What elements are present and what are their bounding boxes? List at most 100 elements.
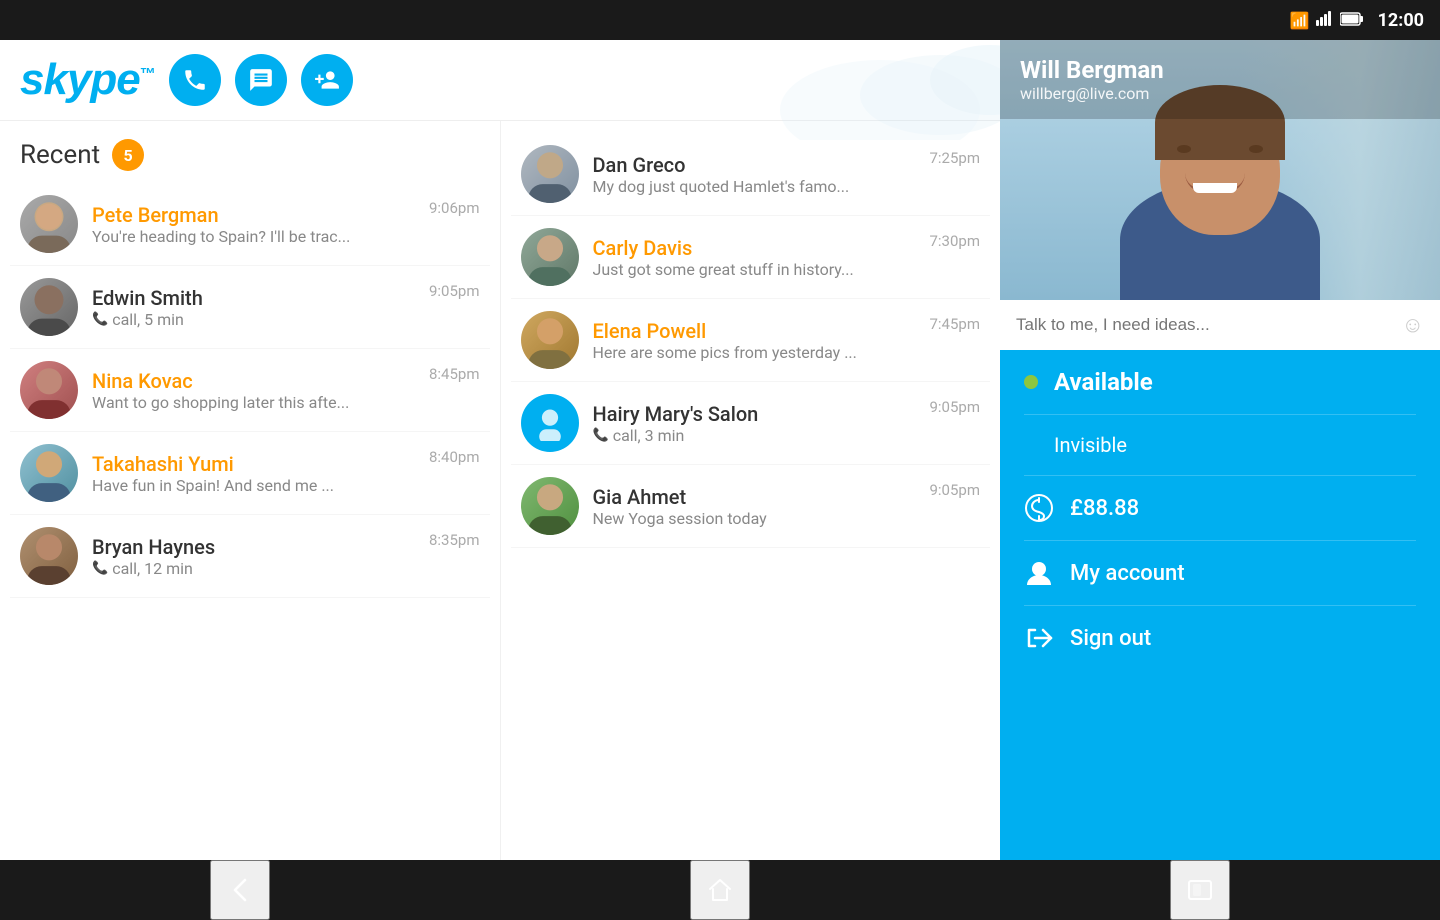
right-column: Dan Greco My dog just quoted Hamlet's fa… xyxy=(500,121,1001,860)
back-button[interactable] xyxy=(210,860,270,920)
status-icons: 📶 12:00 xyxy=(1290,10,1424,31)
contact-time: 7:45pm xyxy=(929,315,980,333)
contact-time: 9:05pm xyxy=(929,481,980,499)
my-account-label: My account xyxy=(1070,561,1185,586)
credits-amount: £88.88 xyxy=(1070,496,1139,521)
contact-item[interactable]: Pete Bergman You're heading to Spain? I'… xyxy=(10,183,490,266)
contact-info: Bryan Haynes 📞 call, 12 min xyxy=(92,535,415,578)
contact-info: Gia Ahmet New Yoga session today xyxy=(593,485,916,528)
avatar xyxy=(20,195,78,253)
contact-time: 8:45pm xyxy=(429,365,480,383)
contact-item[interactable]: Gia Ahmet New Yoga session today 9:05pm xyxy=(511,465,991,548)
unread-badge: 5 xyxy=(112,139,144,171)
menu-item-invisible[interactable]: Invisible xyxy=(1000,415,1440,475)
contact-info: Takahashi Yumi Have fun in Spain! And se… xyxy=(92,452,415,495)
menu-item-credits[interactable]: £88.88 xyxy=(1000,476,1440,540)
skype-panel: skype™ xyxy=(0,40,1000,860)
contact-name: Edwin Smith xyxy=(92,286,415,310)
contact-time: 7:25pm xyxy=(929,149,980,167)
menu-section: Available Invisible £88.88 xyxy=(1000,350,1440,860)
contact-time: 8:35pm xyxy=(429,531,480,549)
menu-item-sign-out[interactable]: Sign out xyxy=(1000,606,1440,670)
status-input[interactable] xyxy=(1016,315,1402,335)
contact-preview: 📞 call, 5 min xyxy=(92,310,415,329)
contact-info: Nina Kovac Want to go shopping later thi… xyxy=(92,369,415,412)
cloud-decoration xyxy=(680,40,1000,140)
avatar xyxy=(521,394,579,452)
avatar xyxy=(20,444,78,502)
call-icon-small: 📞 xyxy=(92,561,108,576)
contact-preview: New Yoga session today xyxy=(593,509,916,528)
menu-item-my-account[interactable]: My account xyxy=(1000,541,1440,605)
status-time: 12:00 xyxy=(1378,10,1424,31)
left-column: Recent 5 Pete Bergman You're headi xyxy=(0,121,500,860)
profile-photo-area: Will Bergman willberg@live.com xyxy=(1000,40,1440,300)
contact-name: Dan Greco xyxy=(593,153,916,177)
contact-name: Gia Ahmet xyxy=(593,485,916,509)
contact-preview: 📞 call, 3 min xyxy=(593,426,916,445)
top-bar: skype™ xyxy=(0,40,1000,121)
avatar xyxy=(521,477,579,535)
avatar xyxy=(521,311,579,369)
contact-info: Carly Davis Just got some great stuff in… xyxy=(593,236,916,279)
contact-name: Nina Kovac xyxy=(92,369,415,393)
contact-time: 8:40pm xyxy=(429,448,480,466)
profile-email: willberg@live.com xyxy=(1020,84,1420,103)
contact-name: Carly Davis xyxy=(593,236,916,260)
contact-name: Bryan Haynes xyxy=(92,535,415,559)
contact-item[interactable]: Nina Kovac Want to go shopping later thi… xyxy=(10,349,490,432)
profile-name: Will Bergman xyxy=(1020,56,1420,84)
contact-time: 9:06pm xyxy=(429,199,480,217)
contact-item[interactable]: Carly Davis Just got some great stuff in… xyxy=(511,216,991,299)
contact-preview: 📞 call, 12 min xyxy=(92,559,415,578)
call-icon-small: 📞 xyxy=(593,428,609,443)
contact-preview: Here are some pics from yesterday ... xyxy=(593,343,916,362)
call-icon-small: 📞 xyxy=(92,312,108,327)
contact-name: Hairy Mary's Salon xyxy=(593,402,916,426)
contact-info: Edwin Smith 📞 call, 5 min xyxy=(92,286,415,329)
contact-time: 9:05pm xyxy=(429,282,480,300)
wifi-icon: 📶 xyxy=(1290,11,1310,30)
contact-item[interactable]: Hairy Mary's Salon 📞 call, 3 min 9:05pm xyxy=(511,382,991,465)
avatar xyxy=(20,527,78,585)
skype-credit-icon xyxy=(1024,494,1054,522)
account-icon xyxy=(1024,559,1054,587)
invisible-label: Invisible xyxy=(1054,433,1127,457)
chat-button[interactable] xyxy=(235,54,287,106)
contact-item[interactable]: Takahashi Yumi Have fun in Spain! And se… xyxy=(10,432,490,515)
contact-name: Takahashi Yumi xyxy=(92,452,415,476)
contact-info: Pete Bergman You're heading to Spain? I'… xyxy=(92,203,415,246)
emoji-button[interactable]: ☺ xyxy=(1402,312,1424,338)
profile-panel: Will Bergman willberg@live.com ☺ Availab… xyxy=(1000,40,1440,860)
sign-out-label: Sign out xyxy=(1070,626,1151,651)
main-container: skype™ xyxy=(0,40,1440,860)
available-label: Available xyxy=(1054,368,1153,396)
status-input-area: ☺ xyxy=(1000,300,1440,350)
contact-info: Hairy Mary's Salon 📞 call, 3 min xyxy=(593,402,916,445)
recent-label: Recent xyxy=(20,140,100,170)
recents-button[interactable] xyxy=(1170,860,1230,920)
battery-icon xyxy=(1340,11,1364,30)
contact-info: Elena Powell Here are some pics from yes… xyxy=(593,319,916,362)
skype-tm: ™ xyxy=(140,66,155,83)
nav-bar xyxy=(0,860,1440,920)
contact-preview: Have fun in Spain! And send me ... xyxy=(92,476,415,495)
contact-item[interactable]: Elena Powell Here are some pics from yes… xyxy=(511,299,991,382)
menu-item-available[interactable]: Available xyxy=(1000,350,1440,414)
contact-item[interactable]: Dan Greco My dog just quoted Hamlet's fa… xyxy=(511,133,991,216)
avatar xyxy=(20,278,78,336)
skype-logo: skype™ xyxy=(20,55,155,105)
home-button[interactable] xyxy=(690,860,750,920)
avatar xyxy=(20,361,78,419)
contact-preview: Want to go shopping later this afte... xyxy=(92,393,415,412)
available-dot xyxy=(1024,375,1038,389)
contact-time: 7:30pm xyxy=(929,232,980,250)
contact-item[interactable]: Edwin Smith 📞 call, 5 min 9:05pm xyxy=(10,266,490,349)
call-button[interactable] xyxy=(169,54,221,106)
profile-info-overlay: Will Bergman willberg@live.com xyxy=(1000,40,1440,119)
contact-name: Pete Bergman xyxy=(92,203,415,227)
contact-item[interactable]: Bryan Haynes 📞 call, 12 min 8:35pm xyxy=(10,515,490,598)
status-bar: 📶 12:00 xyxy=(0,0,1440,40)
add-contact-button[interactable] xyxy=(301,54,353,106)
contact-time: 9:05pm xyxy=(929,398,980,416)
